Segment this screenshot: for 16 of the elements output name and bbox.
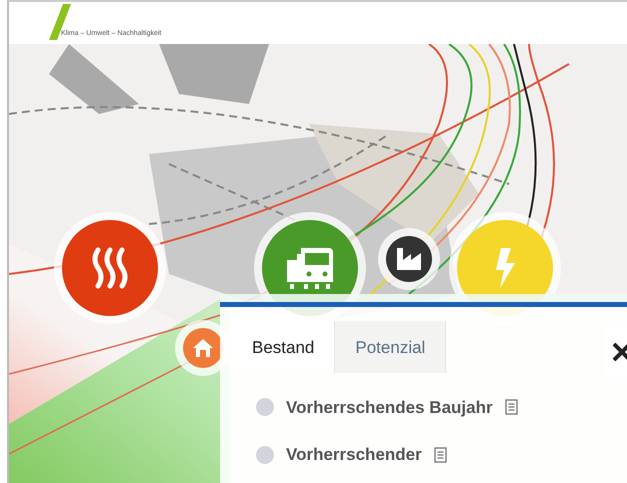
heat-category-button[interactable]: [62, 220, 158, 316]
heat-waves-icon: [90, 246, 130, 290]
bus-and-truck-icon: [285, 246, 335, 290]
home-category-button[interactable]: [183, 328, 223, 368]
radio-button[interactable]: [256, 446, 274, 464]
factory-icon: [397, 248, 421, 270]
industry-category-button[interactable]: [386, 236, 432, 282]
layer-label: Vorherrschender: [286, 444, 422, 466]
close-icon: [612, 342, 627, 362]
document-icon[interactable]: [504, 399, 518, 416]
document-icon[interactable]: [434, 446, 447, 463]
tab[interactable]: Potenzial: [335, 321, 446, 372]
house-icon: [192, 338, 214, 358]
lightning-icon: [495, 248, 515, 288]
radio-button[interactable]: [256, 398, 274, 416]
layer-label: Vorherrschendes Baujahr: [286, 396, 493, 418]
